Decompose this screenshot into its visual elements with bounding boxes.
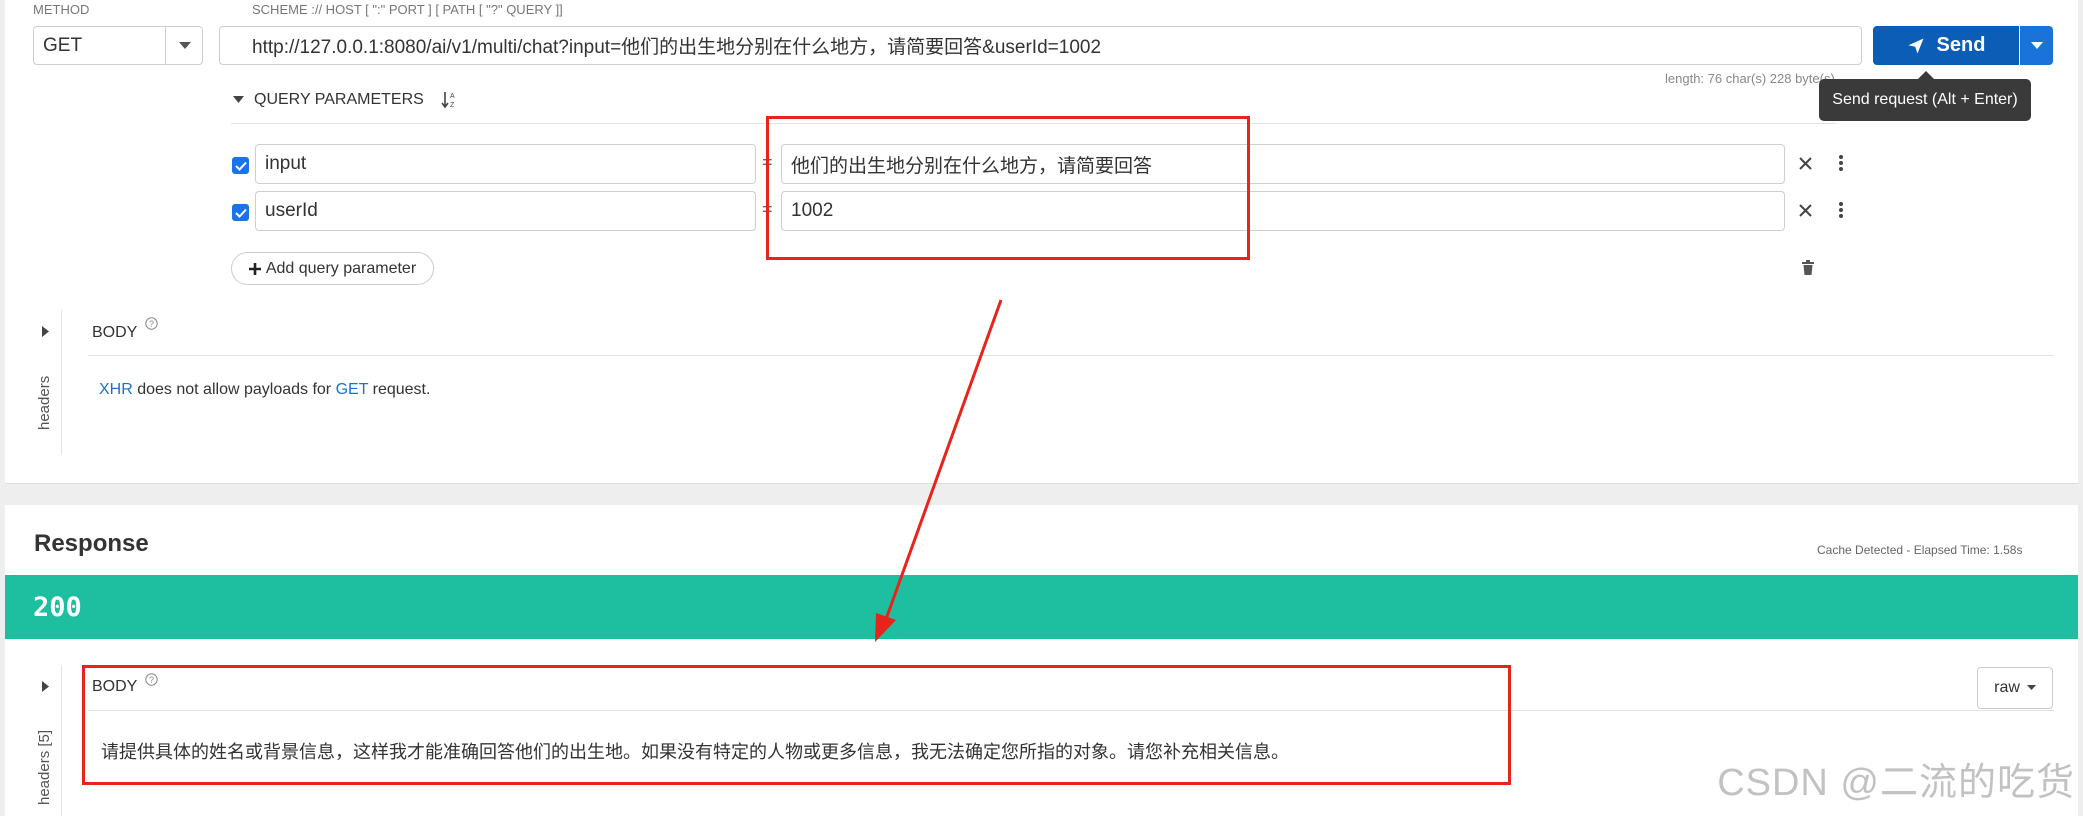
tooltip-arrow (1918, 71, 1934, 79)
send-icon (1908, 38, 1924, 53)
status-code: 200 (33, 591, 82, 623)
response-body-text: 请提供具体的姓名或背景信息，这样我才能准确回答他们的出生地。如果没有特定的人物或… (101, 742, 1289, 763)
sort-alpha-icon[interactable]: A Z (441, 90, 457, 110)
param-value-field[interactable]: 1002 (781, 191, 1785, 231)
format-select[interactable]: raw (1977, 667, 2053, 709)
method-value: GET (43, 34, 83, 56)
divider (88, 355, 2054, 356)
annotation-arrow (875, 299, 1003, 642)
watermark: CSDN @二流的吃货 (1717, 762, 2075, 804)
send-button-label: Send (1936, 34, 1986, 56)
body-title: BODY (92, 324, 138, 341)
response-body-title: BODY (92, 678, 138, 695)
add-query-parameter-button[interactable]: Add query parameter (231, 252, 434, 285)
close-icon[interactable] (1799, 204, 1812, 217)
collapse-arrow-icon[interactable] (233, 96, 244, 104)
divider (231, 123, 1837, 124)
svg-text:Z: Z (450, 102, 455, 109)
help-icon[interactable]: ? (145, 317, 158, 330)
divider (88, 710, 2054, 711)
url-value: http://127.0.0.1:8080/ai/v1/multi/chat?i… (252, 37, 1102, 58)
query-params-title: QUERY PARAMETERS (254, 91, 424, 108)
send-tooltip: Send request (Alt + Enter) (1819, 79, 2031, 121)
more-vert-icon[interactable] (1838, 201, 1844, 219)
check-icon (234, 208, 247, 218)
help-icon[interactable]: ? (145, 673, 158, 686)
caret-down-icon (179, 42, 191, 49)
svg-text:A: A (450, 93, 455, 100)
headers-tab[interactable]: headers (36, 376, 53, 430)
param-checkbox-input[interactable] (232, 157, 249, 174)
param-name: input (265, 153, 307, 174)
param-value: 他们的出生地分别在什么地方，请简要回答 (791, 155, 1153, 177)
close-icon[interactable] (1799, 157, 1812, 170)
xhr-link[interactable]: XHR (99, 381, 133, 398)
param-name-field[interactable]: input (255, 144, 756, 184)
response-headers-tab[interactable]: headers [5] (36, 730, 53, 805)
url-label: SCHEME :// HOST [ ":" PORT ] [ PATH [ "?… (252, 2, 563, 17)
body-message-text: does not allow payloads for (132, 381, 336, 398)
trash-icon[interactable] (1802, 260, 1814, 275)
method-divider (165, 27, 166, 64)
param-checkbox-userid[interactable] (232, 204, 249, 221)
check-icon (234, 161, 247, 171)
more-vert-icon[interactable] (1838, 154, 1844, 172)
caret-down-icon (2026, 685, 2036, 690)
param-name: userId (265, 200, 318, 221)
url-length-info: length: 76 char(s) 228 byte(s) (1665, 71, 1835, 86)
format-select-value: raw (1994, 679, 2020, 696)
param-value-field[interactable]: 他们的出生地分别在什么地方，请简要回答 (781, 144, 1785, 184)
expand-arrow-icon[interactable] (42, 326, 49, 337)
side-divider (61, 310, 62, 455)
caret-down-icon (2030, 41, 2043, 49)
svg-text:?: ? (149, 319, 154, 329)
expand-arrow-icon[interactable] (42, 681, 49, 692)
method-select[interactable]: GET (33, 26, 203, 65)
body-message: XHR does not allow payloads for GET requ… (99, 381, 430, 399)
body-message-end: request. (368, 381, 431, 398)
side-divider (61, 665, 62, 816)
response-title: Response (34, 530, 149, 557)
get-link[interactable]: GET (336, 381, 369, 398)
param-name-field[interactable]: userId (255, 191, 756, 231)
send-options-button[interactable] (2020, 26, 2053, 65)
equals-sign: = (762, 152, 773, 172)
add-param-label: Add query parameter (265, 259, 417, 277)
param-value: 1002 (791, 200, 834, 221)
cache-info: Cache Detected - Elapsed Time: 1.58s (1817, 543, 2023, 557)
url-input[interactable]: http://127.0.0.1:8080/ai/v1/multi/chat?i… (219, 26, 1862, 65)
equals-sign: = (762, 199, 773, 219)
svg-text:?: ? (149, 675, 154, 685)
plus-icon (248, 262, 261, 275)
status-bar: 200 (5, 575, 2078, 639)
method-label: METHOD (33, 2, 90, 17)
send-button[interactable]: Send (1873, 26, 2019, 65)
